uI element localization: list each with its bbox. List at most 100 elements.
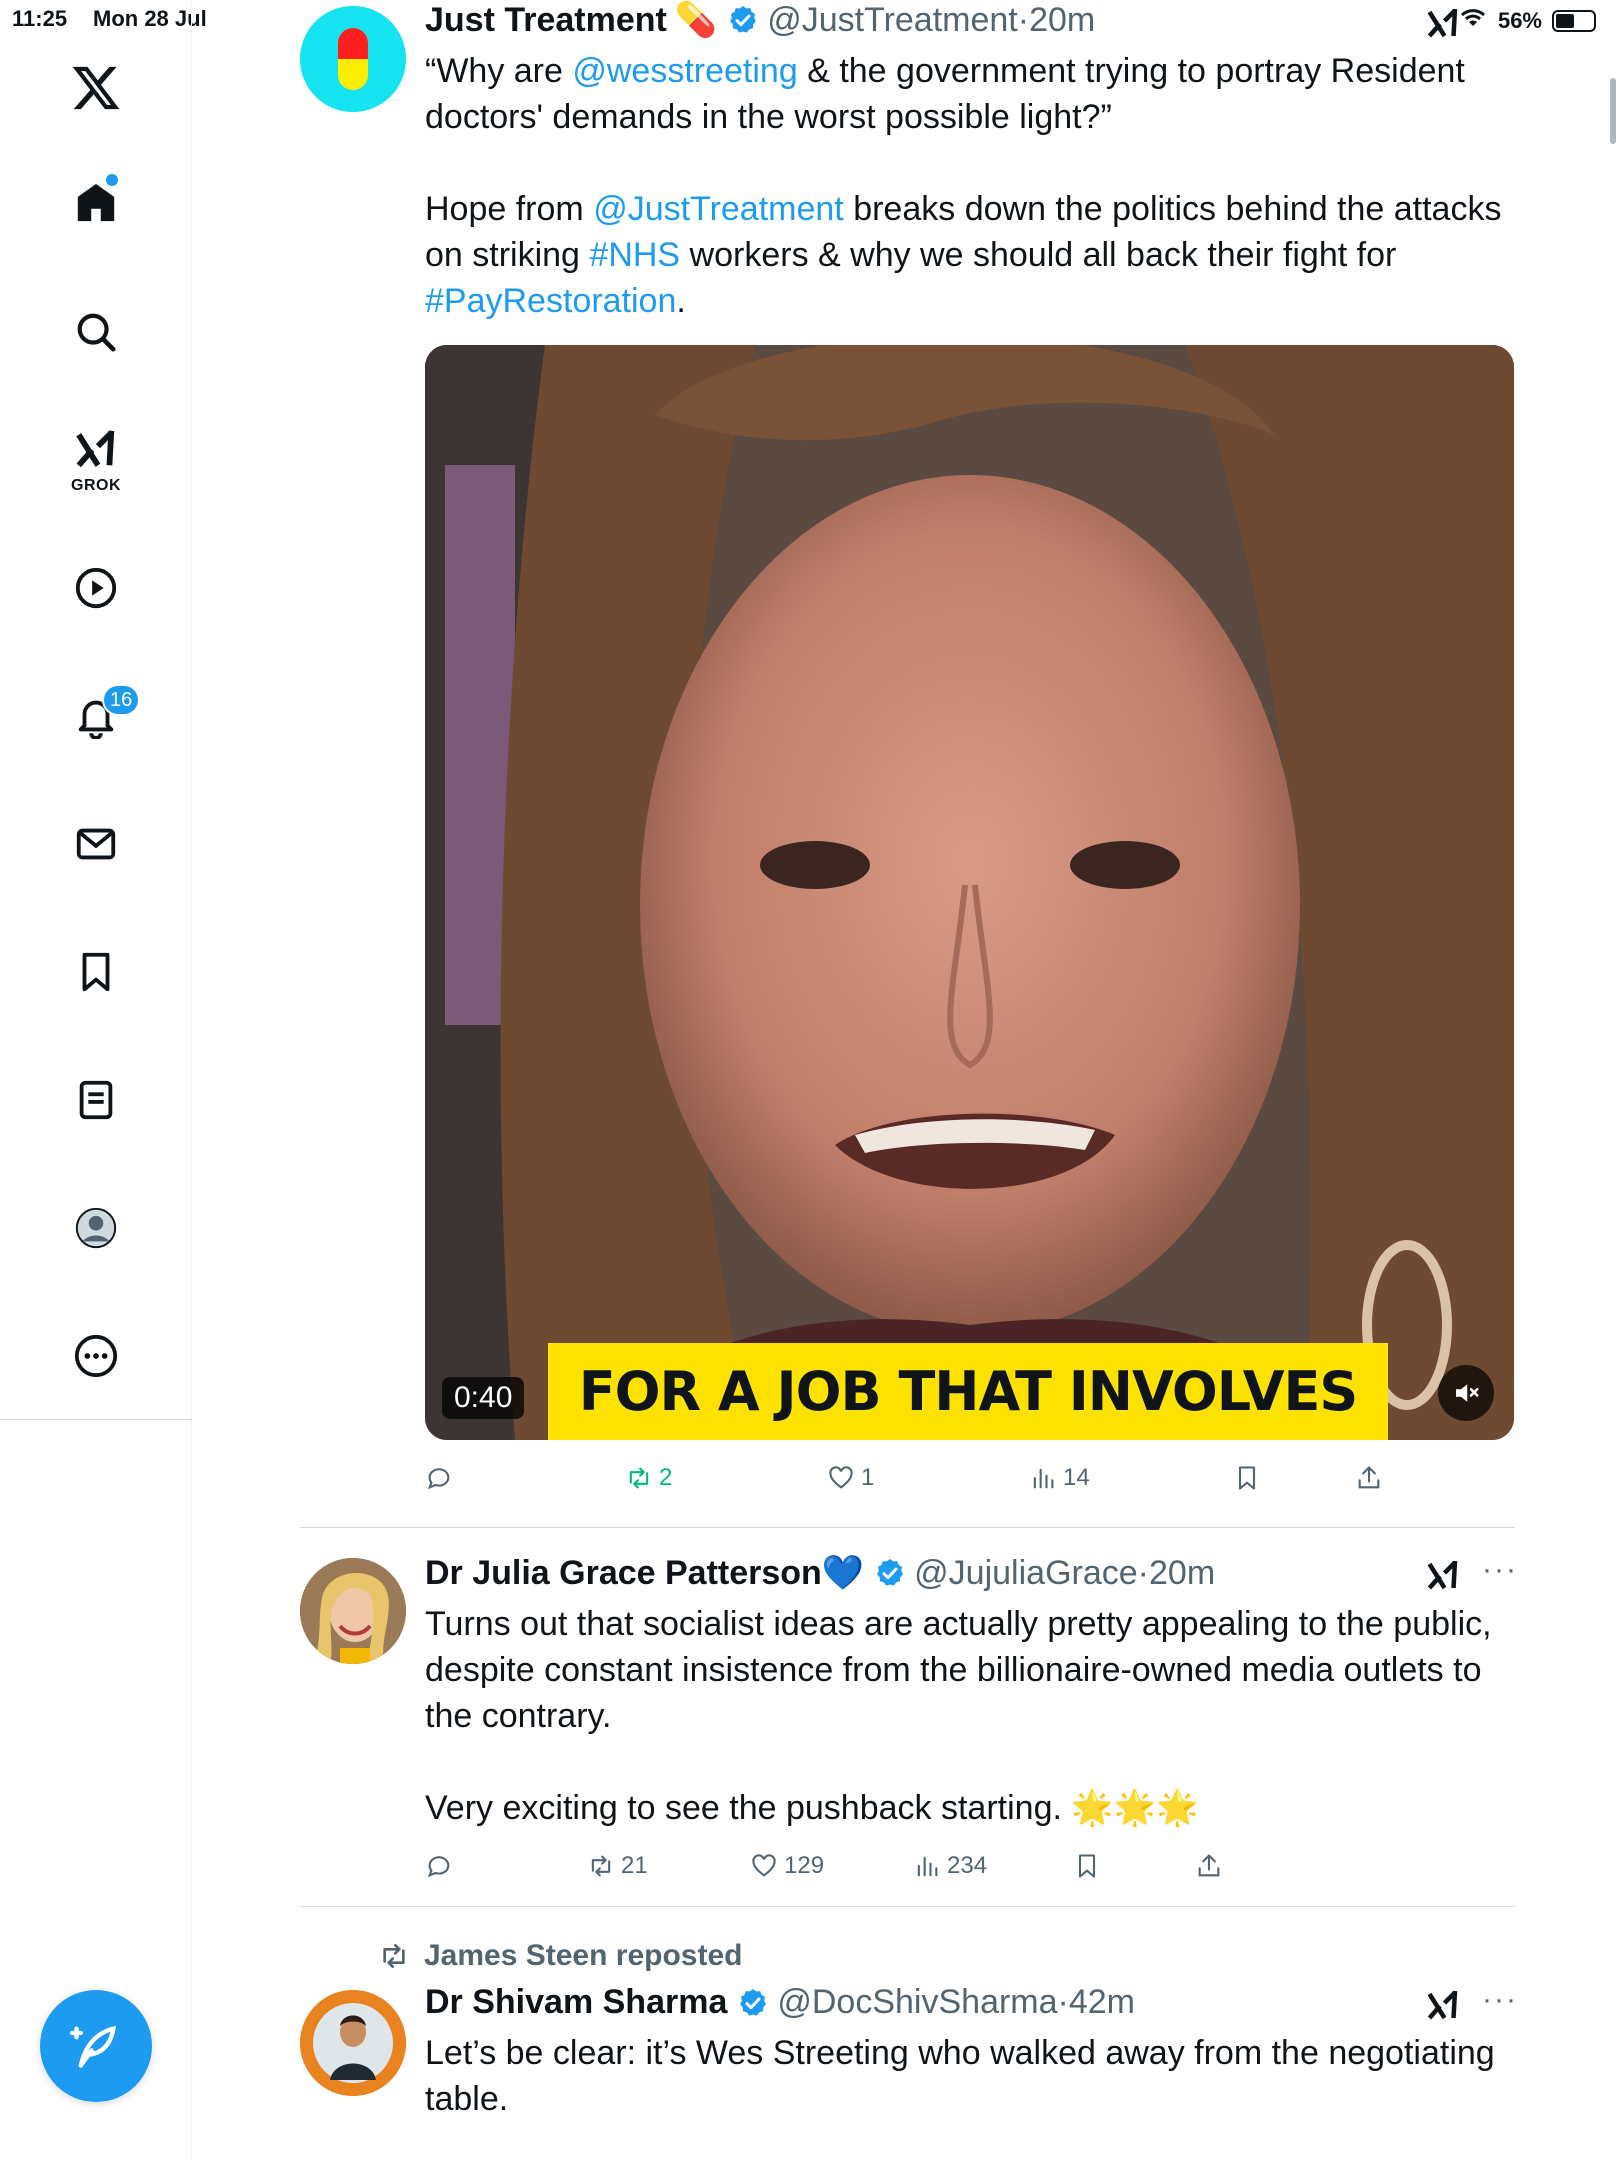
bookmark-button[interactable] xyxy=(1233,1464,1261,1492)
mail-icon[interactable] xyxy=(66,814,126,874)
views-icon xyxy=(1033,1468,1054,1489)
like-button[interactable]: 1 xyxy=(827,1464,874,1492)
repost-count: 21 xyxy=(621,1852,648,1879)
verified-icon xyxy=(740,1988,767,2016)
repost-button[interactable]: 2 xyxy=(625,1464,672,1492)
share-icon xyxy=(1198,1854,1220,1877)
tweet-text-segment: Hope from xyxy=(425,190,594,228)
battery-percent: 56% xyxy=(1497,8,1542,33)
video-duration: 0:40 xyxy=(442,1377,525,1419)
play-icon[interactable] xyxy=(66,558,126,618)
display-name[interactable]: Dr Julia Grace Patterson xyxy=(425,1554,822,1593)
tweet-text: Let’s be clear: it’s Wes Streeting who w… xyxy=(425,2030,1515,2122)
display-name[interactable]: Just Treatment xyxy=(425,1,667,40)
sidebar-divider xyxy=(0,1419,192,1420)
grok-icon[interactable] xyxy=(66,420,126,480)
repost-count: 2 xyxy=(659,1464,673,1491)
home-unread-dot xyxy=(106,174,118,186)
video-player[interactable]: 0:40 FOR A JOB THAT INVOLVES xyxy=(425,345,1514,1440)
grok-icon[interactable] xyxy=(1425,6,1461,42)
avatar[interactable] xyxy=(300,6,406,112)
avatar[interactable] xyxy=(300,1558,406,1664)
more-options-icon[interactable]: ··· xyxy=(1482,1553,1518,1587)
avatar[interactable] xyxy=(300,1990,406,2096)
handle[interactable]: @JujuliaGrace xyxy=(914,1554,1138,1593)
tweet-text-segment: Let’s be clear: it’s Wes Streeting who w… xyxy=(425,2034,1495,2118)
reposted-by[interactable]: James Steen reposted xyxy=(378,1939,742,1973)
x-logo-icon[interactable] xyxy=(70,62,122,114)
tweet-paragraph: Very exciting to see the pushback starti… xyxy=(425,1785,1515,1831)
repost-icon xyxy=(591,1855,611,1877)
mute-button[interactable] xyxy=(1438,1365,1494,1421)
like-count: 129 xyxy=(784,1852,825,1879)
grok-label: GROK xyxy=(71,477,121,494)
tweet-header: Just Treatment 💊 @JustTreatment · 20m xyxy=(425,0,1095,40)
mention-link[interactable]: @JustTreatment xyxy=(593,190,844,228)
bookmark-button[interactable] xyxy=(1073,1852,1101,1880)
grok-icon[interactable] xyxy=(1425,1558,1461,1594)
bookmark-icon[interactable] xyxy=(66,942,126,1002)
repost-icon xyxy=(383,1944,405,1968)
blue-heart-emoji: 💙 xyxy=(821,1554,865,1592)
verified-icon xyxy=(877,1559,904,1586)
scrollbar[interactable] xyxy=(1610,78,1616,144)
verified-icon xyxy=(730,6,757,33)
views-count: 234 xyxy=(947,1852,988,1879)
share-icon xyxy=(1358,1466,1380,1489)
tweet-paragraph: Turns out that socialist ideas are actua… xyxy=(425,1601,1515,1739)
pill-emoji: 💊 xyxy=(674,1,718,39)
like-button[interactable]: 129 xyxy=(750,1852,824,1880)
tweet-paragraph: “Why are @wesstreeting & the government … xyxy=(425,48,1515,140)
tweet-text: “Why are @wesstreeting & the government … xyxy=(425,48,1515,324)
tweet-text-segment: . xyxy=(676,282,686,320)
tweet-divider xyxy=(300,1906,1515,1907)
display-name[interactable]: Dr Shivam Sharma xyxy=(425,1983,727,2022)
tweet-text-segment: Very exciting to see the pushback starti… xyxy=(425,1789,1199,1827)
wifi-icon xyxy=(1458,6,1488,36)
profile-icon[interactable] xyxy=(66,1198,126,1258)
tweet-header: Dr Julia Grace Patterson 💙 @JujuliaGrace… xyxy=(425,1553,1215,1593)
reply-icon xyxy=(427,1468,450,1490)
compose-icon xyxy=(70,2025,117,2068)
compose-button[interactable] xyxy=(40,1990,152,2102)
tweet-text-segment: Turns out that socialist ideas are actua… xyxy=(425,1605,1492,1735)
views-count: 14 xyxy=(1063,1464,1090,1491)
sidebar: GROK 16 xyxy=(0,0,192,2160)
separator-dot: · xyxy=(1057,1983,1069,2021)
search-icon[interactable] xyxy=(66,302,126,362)
mention-link[interactable]: @wesstreeting xyxy=(572,52,797,90)
timestamp[interactable]: 20m xyxy=(1149,1554,1215,1593)
repost-icon xyxy=(629,1467,649,1489)
share-button[interactable] xyxy=(1355,1464,1383,1492)
timestamp[interactable]: 20m xyxy=(1029,1,1095,40)
handle[interactable]: @DocShivSharma xyxy=(777,1983,1057,2022)
heart-icon xyxy=(752,1854,776,1877)
separator-dot: · xyxy=(1017,0,1030,39)
handle[interactable]: @JustTreatment xyxy=(767,1,1018,40)
more-options-icon[interactable]: ··· xyxy=(1482,1983,1518,2017)
bookmark-icon xyxy=(1078,1854,1096,1878)
grok-icon[interactable] xyxy=(1425,1988,1461,2024)
reply-button[interactable] xyxy=(425,1852,459,1880)
views-button[interactable]: 14 xyxy=(1029,1464,1090,1492)
hashtag-link[interactable]: #NHS xyxy=(589,236,680,274)
views-icon xyxy=(917,1856,938,1877)
repost-button[interactable]: 21 xyxy=(587,1852,648,1880)
video-frame xyxy=(425,345,1514,1440)
tweet-actions: 2 1 14 xyxy=(425,1460,1515,1496)
reply-button[interactable] xyxy=(425,1464,459,1492)
heart-icon xyxy=(829,1466,853,1489)
battery-icon xyxy=(1552,10,1596,32)
timestamp[interactable]: 42m xyxy=(1069,1983,1135,2022)
share-button[interactable] xyxy=(1195,1852,1223,1880)
tweet-text-segment: “Why are xyxy=(425,52,573,90)
hashtag-link[interactable]: #PayRestoration xyxy=(425,282,676,320)
notification-badge: 16 xyxy=(102,684,141,716)
views-button[interactable]: 234 xyxy=(913,1852,987,1880)
tweet-actions: 21 129 234 xyxy=(425,1848,1515,1884)
bookmark-icon xyxy=(1238,1466,1256,1490)
tweet-divider xyxy=(300,1527,1515,1528)
reposted-by-label: James Steen reposted xyxy=(424,1939,743,1972)
more-circle-icon[interactable] xyxy=(66,1326,126,1386)
list-icon[interactable] xyxy=(66,1070,126,1130)
